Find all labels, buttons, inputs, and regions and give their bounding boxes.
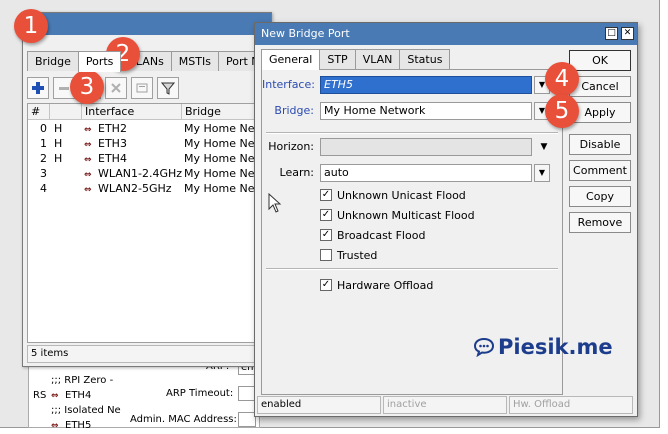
horizon-label: Horizon: xyxy=(268,140,314,153)
tab-bridge[interactable]: Bridge xyxy=(27,51,79,71)
dialog-title: New Bridge Port xyxy=(261,27,350,40)
add-button[interactable] xyxy=(27,77,49,99)
table-row[interactable]: 2 H ⇔ ETH4 My Home Netw xyxy=(28,151,272,166)
ethernet-arrows-icon: ⇔ xyxy=(84,140,92,150)
watermark-logo: Piesik.me xyxy=(474,335,613,359)
comment-button[interactable] xyxy=(131,77,153,99)
table-header: # Interface Bridge xyxy=(28,104,272,120)
broadcast-flood-checkbox[interactable]: ✓ Broadcast Flood xyxy=(320,226,425,244)
ok-button[interactable]: OK xyxy=(569,50,631,71)
triangle-down-icon: ▼ xyxy=(538,168,546,177)
horizon-dropdown-button[interactable]: ▼ xyxy=(536,138,552,156)
status-hw-offload: Hw. Offload xyxy=(509,396,633,414)
step-badge-3: 3 xyxy=(70,70,104,104)
bridge-window-title-bar[interactable] xyxy=(23,13,271,35)
unknown-multicast-flood-checkbox[interactable]: ✓ Unknown Multicast Flood xyxy=(320,206,475,224)
disable-button[interactable] xyxy=(105,77,127,99)
ports-table: # Interface Bridge 0 H ⇔ ETH2 My Home Net… xyxy=(27,103,273,343)
table-row[interactable]: 0 H ⇔ ETH2 My Home Netw xyxy=(28,121,272,136)
step-badge-5: 5 xyxy=(545,94,579,128)
empty-checkbox-icon xyxy=(320,249,332,261)
table-row[interactable]: 1 H ⇔ ETH3 My Home Netw xyxy=(28,136,272,151)
dialog-status-bar: enabled inactive Hw. Offload xyxy=(257,396,635,414)
x-icon xyxy=(111,83,121,93)
maximize-icon: □ xyxy=(607,28,616,38)
remove-button[interactable]: Remove xyxy=(569,212,631,233)
tab-status[interactable]: Status xyxy=(399,49,451,69)
table-row[interactable]: 3 ⇔ WLAN1-2.4GHz My Home Netw xyxy=(28,166,272,181)
note-icon xyxy=(136,83,148,93)
triangle-down-icon: ▼ xyxy=(538,80,546,89)
ethernet-arrows-icon: ⇔ xyxy=(84,185,92,195)
maximize-button[interactable]: □ xyxy=(605,27,618,40)
ethernet-arrows-icon: ⇔ xyxy=(84,125,92,135)
tab-mstis[interactable]: MSTIs xyxy=(170,51,219,71)
minus-icon xyxy=(59,87,69,90)
trusted-checkbox[interactable]: Trusted xyxy=(320,246,377,264)
interface-select[interactable]: ETH5 xyxy=(320,76,532,94)
checkmark-icon: ✓ xyxy=(320,279,332,291)
tab-general[interactable]: General xyxy=(261,49,321,70)
tab-ports[interactable]: Ports xyxy=(77,51,122,72)
hardware-offload-checkbox[interactable]: ✓ Hardware Offload xyxy=(320,276,433,294)
arp-timeout-label: ARP Timeout: xyxy=(166,388,234,399)
comment-button[interactable]: Comment xyxy=(569,160,631,181)
close-button[interactable]: ✕ xyxy=(621,27,634,40)
bridge-label: Bridge: xyxy=(274,104,314,117)
learn-dropdown-button[interactable]: ▼ xyxy=(534,164,550,182)
ethernet-arrows-icon: ⇔ xyxy=(51,421,59,431)
column-header-flags[interactable] xyxy=(50,104,82,120)
table-row[interactable]: 4 ⇔ WLAN2-5GHz My Home Netw xyxy=(28,181,272,196)
column-header-interface[interactable]: Interface xyxy=(82,104,182,120)
divider xyxy=(266,132,558,134)
bridge-status-bar: 5 items xyxy=(27,345,273,363)
tab-stp[interactable]: STP xyxy=(319,49,356,69)
checkmark-icon: ✓ xyxy=(320,209,332,221)
ethernet-arrows-icon: ⇔ xyxy=(84,170,92,180)
learn-select[interactable]: auto xyxy=(320,164,532,182)
chat-bubble-icon xyxy=(474,337,494,357)
tab-vlan[interactable]: VLAN xyxy=(354,49,401,69)
bridge-toolbar xyxy=(27,77,183,101)
status-enabled: enabled xyxy=(257,396,381,414)
interface-label: Interface: xyxy=(262,78,315,91)
plus-icon xyxy=(32,82,44,94)
mouse-cursor-icon xyxy=(268,193,282,213)
admin-mac-label: Admin. MAC Address: xyxy=(130,414,237,425)
unknown-unicast-flood-checkbox[interactable]: ✓ Unknown Unicast Flood xyxy=(320,186,466,204)
filter-button[interactable] xyxy=(157,77,179,99)
filter-icon xyxy=(161,82,175,95)
bridge-window: Bridge Ports VLANs MSTIs Port MST O # In… xyxy=(22,12,295,367)
checkmark-icon: ✓ xyxy=(320,229,332,241)
dialog-title-bar[interactable]: New Bridge Port □ ✕ xyxy=(255,23,637,45)
ethernet-arrows-icon: ⇔ xyxy=(51,391,59,401)
status-running: inactive xyxy=(383,396,507,414)
step-badge-4: 4 xyxy=(545,62,579,96)
checkmark-icon: ✓ xyxy=(320,189,332,201)
disable-button[interactable]: Disable xyxy=(569,134,631,155)
column-header-num[interactable]: # xyxy=(28,104,50,120)
dialog-tabs: General STP VLAN Status xyxy=(261,49,451,70)
close-icon: ✕ xyxy=(623,28,632,38)
learn-label: Learn: xyxy=(279,166,314,179)
divider xyxy=(266,268,558,270)
list-item[interactable]: ;;; RPI Zero - xyxy=(29,373,259,388)
triangle-down-icon: ▼ xyxy=(540,142,548,152)
copy-button[interactable]: Copy xyxy=(569,186,631,207)
bridge-select[interactable]: My Home Network xyxy=(320,102,532,120)
step-badge-1: 1 xyxy=(14,9,48,43)
horizon-input[interactable] xyxy=(320,138,532,156)
ethernet-arrows-icon: ⇔ xyxy=(84,155,92,165)
